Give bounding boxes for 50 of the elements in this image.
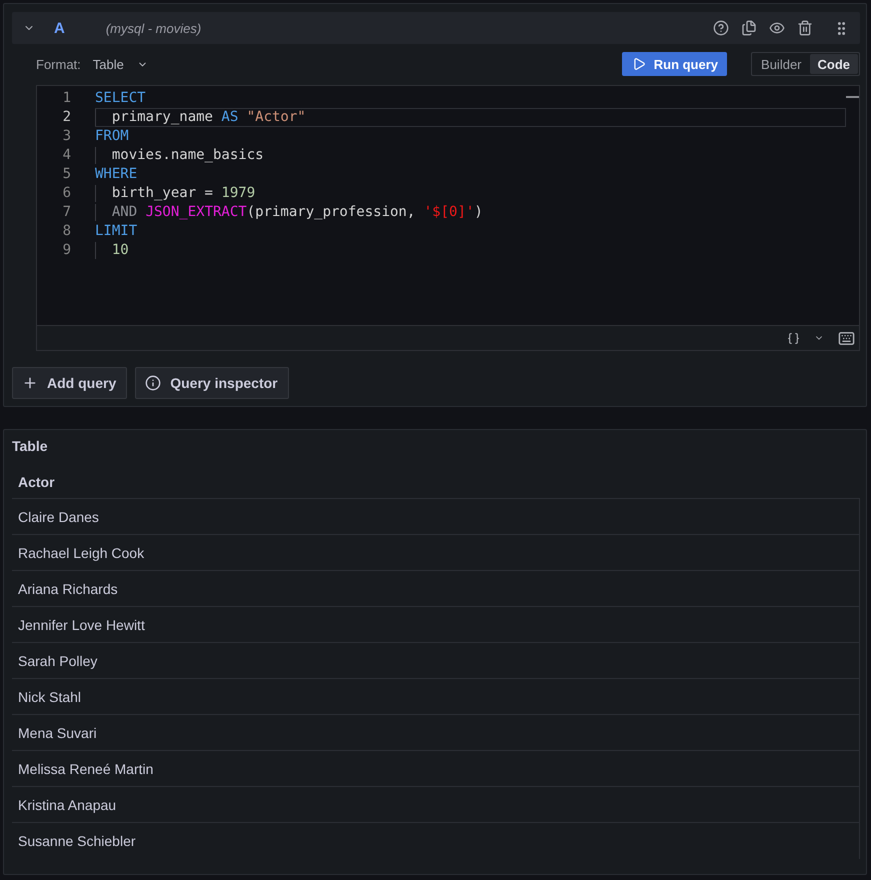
- code-line: FROM: [95, 127, 130, 146]
- query-name[interactable]: A: [54, 20, 65, 36]
- table-cell-text: Mena Suvari: [17, 724, 97, 740]
- trash-icon[interactable]: [797, 20, 813, 36]
- line-number: 9: [62, 241, 72, 260]
- table-cell-text: Susanne Schiebler: [17, 833, 136, 849]
- format-select[interactable]: Table: [92, 56, 148, 72]
- line-number: 6: [62, 184, 72, 203]
- play-icon: [632, 57, 646, 71]
- overview-ruler-mark: [846, 96, 859, 98]
- eye-icon[interactable]: [769, 20, 785, 36]
- format-label: Format:: [36, 56, 81, 72]
- code-line: WHERE: [95, 165, 138, 184]
- line-number: 1: [62, 89, 72, 108]
- plus-icon: [22, 375, 38, 391]
- code-line: birth_year = 1979: [95, 184, 846, 203]
- table-cell-text: Sarah Polley: [17, 652, 98, 668]
- run-query-button[interactable]: Run query: [622, 52, 728, 76]
- line-number: 5: [62, 165, 72, 184]
- mode-tab[interactable]: Builder: [753, 54, 810, 74]
- code-line: movies.name_basics: [95, 146, 846, 165]
- code-editor[interactable]: 1 SELECT 2 primary_name AS "Actor" 3 FROM 4 movies.name_basics 5 WHERE 6 birth_year = 1979 7 AND JSON_EXTRACT(primary_profession, '$[0]') 8 LIMIT 9 10: [36, 85, 860, 351]
- table-cell-text: Ariana Richards: [17, 580, 118, 596]
- line-number: 4: [62, 146, 72, 165]
- table-cell-text: Claire Danes: [17, 508, 99, 524]
- add-query-button[interactable]: Add query: [12, 367, 128, 399]
- keyboard-icon[interactable]: [838, 330, 855, 346]
- mode-tab[interactable]: Code: [810, 54, 858, 74]
- table-cell-text: Melissa Reneé Martin: [17, 760, 154, 776]
- line-number: 8: [62, 222, 72, 241]
- copy-icon[interactable]: [741, 20, 757, 36]
- column-header[interactable]: Actor: [12, 474, 55, 490]
- code-line: primary_name AS "Actor": [95, 108, 846, 127]
- query-inspector-button[interactable]: Query inspector: [135, 367, 289, 399]
- code-line: LIMIT: [95, 222, 138, 241]
- code-line: SELECT: [95, 89, 147, 108]
- table-cell-text: Nick Stahl: [17, 688, 82, 704]
- braces-icon[interactable]: [787, 332, 800, 344]
- line-number: 7: [62, 203, 72, 222]
- datasource-name: (mysql - movies): [106, 20, 202, 36]
- panel-title: Table: [12, 437, 49, 456]
- info-icon: [145, 375, 162, 391]
- table-cell-text: Kristina Anapau: [17, 796, 116, 812]
- table-cell-text: Rachael Leigh Cook: [17, 544, 144, 560]
- help-icon[interactable]: [713, 20, 729, 36]
- code-line: AND JSON_EXTRACT(primary_profession, '$[0]'): [95, 203, 846, 222]
- line-number: 2: [62, 108, 72, 127]
- table-cell-text: Jennifer Love Hewitt: [17, 616, 145, 632]
- code-line: 10: [95, 241, 846, 260]
- line-number: 3: [62, 127, 72, 146]
